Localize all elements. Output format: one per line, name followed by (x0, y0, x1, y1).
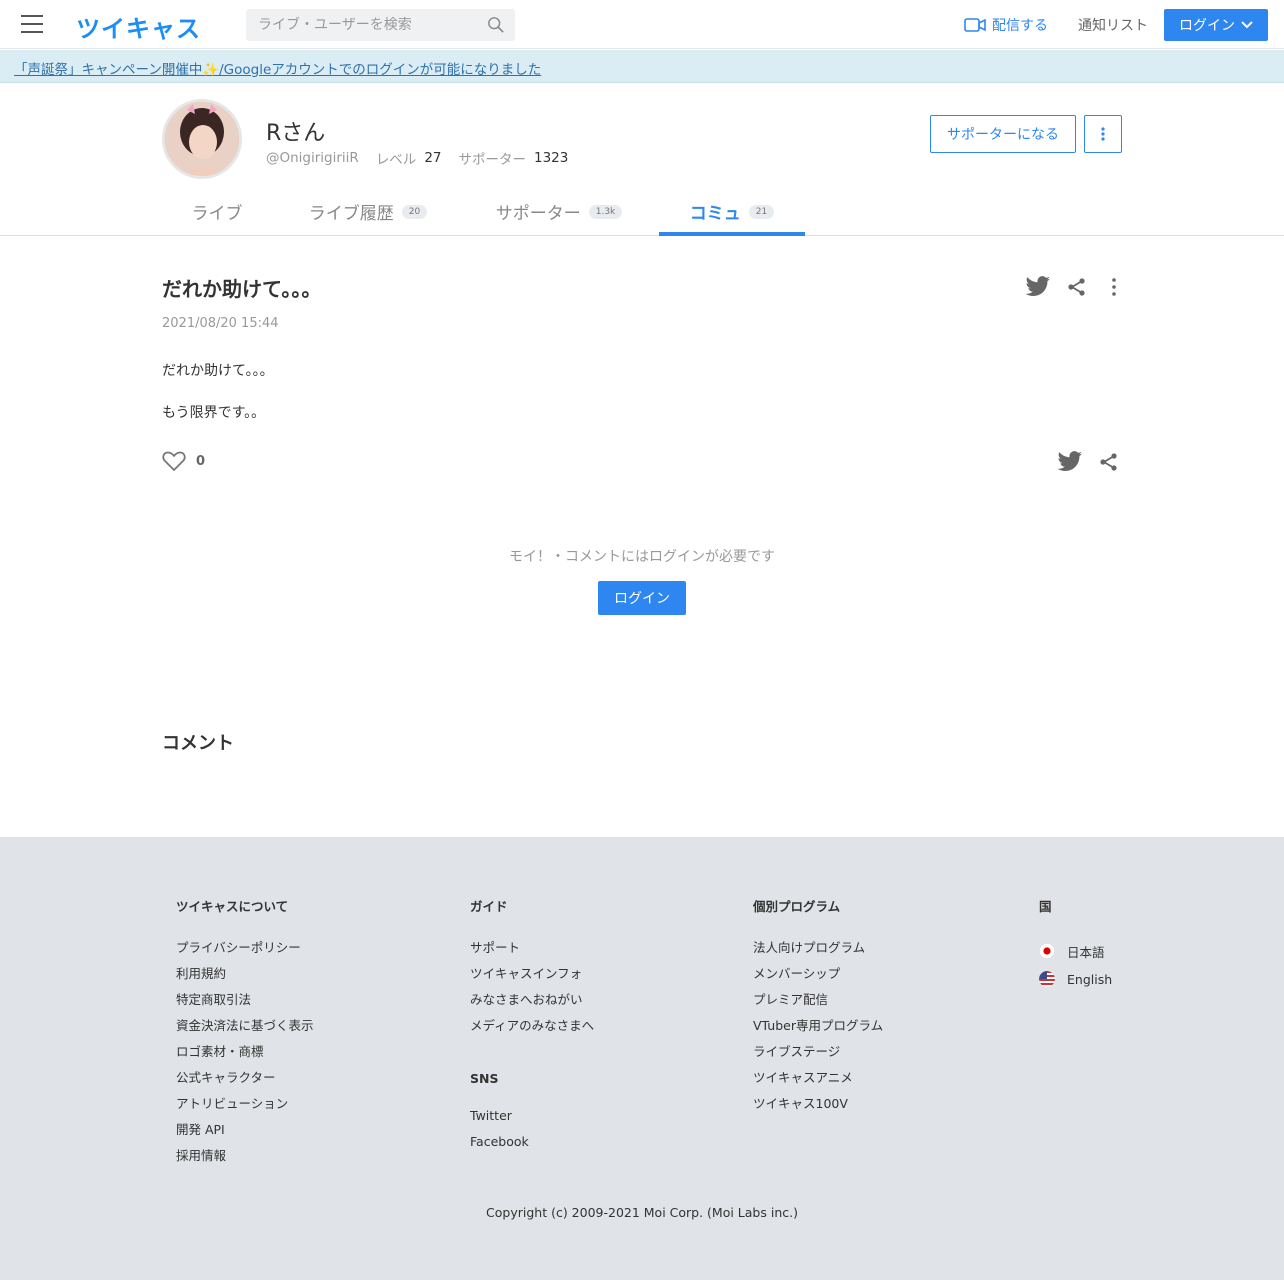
footer-link-twitter[interactable]: Twitter (470, 1108, 594, 1134)
footer-guide-column: ガイド サポート ツイキャスインフォ みなさまへおねがい メディアのみなさまへ … (470, 896, 594, 1160)
post-more-icon[interactable] (1106, 276, 1122, 298)
search-input[interactable] (246, 9, 476, 41)
tab-supporters[interactable]: サポーター 1.3k (472, 188, 646, 235)
broadcast-label: 配信する (992, 18, 1048, 34)
search-icon[interactable] (487, 16, 505, 34)
announcement-banner: 「声誕祭」キャンペーン開催中✨/Googleアカウントでのログインが可能になりま… (0, 50, 1284, 83)
footer-link-character[interactable]: 公式キャラクター (176, 1067, 314, 1093)
twitter-share-icon[interactable] (1024, 274, 1052, 300)
login-dropdown-button[interactable]: ログイン (1164, 9, 1268, 41)
footer-link-payment[interactable]: 資金決済法に基づく表示 (176, 1015, 314, 1041)
footer-link-logo[interactable]: ロゴ素材・商標 (176, 1041, 314, 1067)
share-icon[interactable] (1066, 276, 1088, 298)
footer-heading: 国 (1039, 899, 1052, 914)
footer-link-attribution[interactable]: アトリビューション (176, 1093, 314, 1119)
footer-about-column: ツイキャスについて プライバシーポリシー 利用規約 特定商取引法 資金決済法に基… (176, 896, 314, 1171)
footer-programs-column: 個別プログラム 法人向けプログラム メンバーシップ プレミア配信 VTuber専… (753, 896, 883, 1119)
footer-heading: ツイキャスについて (176, 899, 289, 914)
footer-link-premier[interactable]: プレミア配信 (753, 989, 883, 1015)
footer-heading: ガイド (470, 899, 508, 914)
footer-link-careers[interactable]: 採用情報 (176, 1145, 314, 1171)
login-required-note: モイ！・コメントにはログインが必要です (509, 549, 775, 565)
footer: ツイキャスについて プライバシーポリシー 利用規約 特定商取引法 資金決済法に基… (0, 837, 1284, 1280)
level-value: 27 (424, 150, 442, 166)
twitter-share-icon[interactable] (1056, 449, 1084, 475)
footer-link-corporate[interactable]: 法人向けプログラム (753, 937, 883, 963)
footer-link-support[interactable]: サポート (470, 937, 594, 963)
japan-flag-icon (1039, 943, 1055, 959)
twitcasting-logo[interactable]: ツイキャス (76, 9, 201, 44)
vertical-dots-icon (1101, 127, 1105, 141)
language-label: English (1067, 971, 1113, 987)
language-japanese[interactable]: 日本語 (1039, 937, 1112, 965)
footer-link-commerce[interactable]: 特定商取引法 (176, 989, 314, 1015)
footer-link-privacy[interactable]: プライバシーポリシー (176, 937, 314, 963)
chevron-down-icon (1241, 21, 1253, 29)
language-english[interactable]: English (1039, 965, 1112, 993)
tab-count-badge: 1.3k (588, 204, 623, 219)
user-meta: @OnigirigiriiR レベル 27 サポーター 1323 (266, 148, 585, 168)
tab-count-badge: 21 (748, 204, 775, 219)
level-label: レベル (375, 152, 417, 168)
footer-link-info[interactable]: ツイキャスインフォ (470, 963, 594, 989)
active-tab-indicator (659, 232, 805, 236)
tab-count-badge: 20 (401, 204, 428, 219)
share-icon[interactable] (1098, 451, 1120, 473)
hamburger-menu-icon[interactable] (21, 15, 45, 35)
profile-tabs: ライブ ライブ履歴 20 サポーター 1.3k コミュ 21 (0, 188, 1284, 236)
supporter-count-label: サポーター (458, 152, 527, 168)
like-count: 0 (196, 453, 206, 469)
footer-link-request[interactable]: みなさまへおねがい (470, 989, 594, 1015)
post-body-line: もう限界です。。 (162, 405, 266, 421)
post-date: 2021/08/20 15:44 (162, 316, 279, 331)
footer-link-vtuber[interactable]: VTuber専用プログラム (753, 1015, 883, 1041)
tab-live[interactable]: ライブ (162, 188, 272, 235)
login-label: ログイン (1179, 18, 1235, 34)
login-button[interactable]: ログイン (598, 581, 686, 615)
footer-country-column: 国 日本語 English (1039, 896, 1112, 993)
footer-heading: SNS (470, 1071, 499, 1086)
footer-link-api[interactable]: 開発 API (176, 1119, 314, 1145)
tab-label: サポーター (495, 204, 581, 224)
avatar-image (165, 102, 239, 176)
tab-community[interactable]: コミュ 21 (659, 188, 805, 235)
post-title: だれか助けて。。。 (162, 277, 322, 301)
tab-live-history[interactable]: ライブ履歴 20 (286, 188, 450, 235)
top-navigation-bar: ツイキャス 配信する 通知リスト ログイン (0, 0, 1284, 49)
profile-more-button[interactable] (1084, 115, 1122, 153)
tab-label: コミュ (689, 204, 741, 224)
post-body-line: だれか助けて。。。 (162, 363, 274, 379)
language-label: 日本語 (1067, 944, 1105, 960)
avatar[interactable] (162, 99, 242, 179)
footer-heading: 個別プログラム (753, 899, 841, 914)
footer-link-livestage[interactable]: ライブステージ (753, 1041, 883, 1067)
supporter-count-value: 1323 (534, 150, 569, 166)
announcement-link[interactable]: 「声誕祭」キャンペーン開催中✨/Googleアカウントでのログインが可能になりま… (14, 58, 541, 78)
notification-list-link[interactable]: 通知リスト (1078, 15, 1148, 35)
copyright: Copyright (c) 2009-2021 Moi Corp. (Moi L… (486, 1205, 798, 1220)
search-box (246, 9, 515, 41)
comments-heading: コメント (162, 733, 234, 754)
tab-label: ライブ (191, 204, 243, 224)
broadcast-button[interactable]: 配信する (964, 15, 1048, 35)
video-camera-icon (964, 18, 986, 32)
us-flag-icon (1039, 971, 1055, 987)
heart-icon (162, 451, 186, 471)
footer-link-media[interactable]: メディアのみなさまへ (470, 1015, 594, 1041)
like-button[interactable]: 0 (162, 450, 205, 472)
become-supporter-button[interactable]: サポーターになる (930, 115, 1076, 153)
user-handle: @OnigirigiriiR (266, 150, 359, 166)
footer-link-facebook[interactable]: Facebook (470, 1134, 594, 1160)
tab-label: ライブ履歴 (308, 204, 394, 224)
footer-link-100v[interactable]: ツイキャス100V (753, 1093, 883, 1119)
footer-link-anime[interactable]: ツイキャスアニメ (753, 1067, 883, 1093)
footer-link-terms[interactable]: 利用規約 (176, 963, 314, 989)
footer-link-membership[interactable]: メンバーシップ (753, 963, 883, 989)
user-display-name: Rさん (266, 121, 326, 146)
